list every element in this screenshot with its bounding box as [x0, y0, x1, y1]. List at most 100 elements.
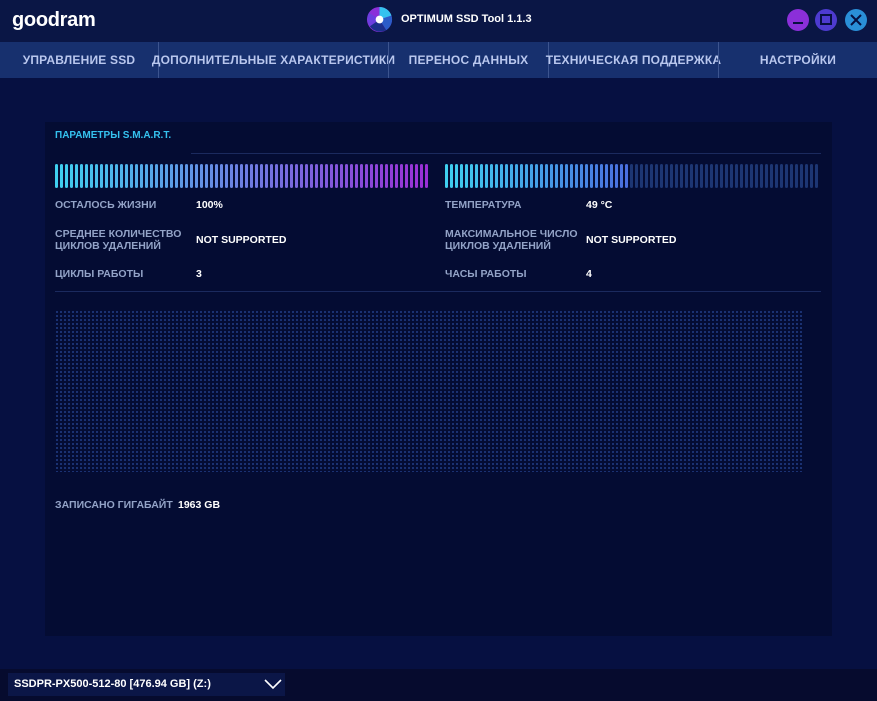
- meter-segment: [225, 164, 228, 188]
- written-data-graph: [55, 310, 804, 472]
- meter-segment: [265, 164, 268, 188]
- meter-segment: [565, 164, 568, 188]
- meter-segment: [355, 164, 358, 188]
- minimize-button[interactable]: [787, 9, 809, 31]
- avg-erase-label-line-1: СРЕДНЕЕ КОЛИЧЕСТВО: [55, 228, 182, 240]
- title-bar: goodram OPTIMUM SSD Tool 1.1.3: [0, 0, 877, 42]
- meter-segment: [280, 164, 283, 188]
- meter-segment: [195, 164, 198, 188]
- drive-select[interactable]: SSDPR-PX500-512-80 [476.94 GB] (Z:): [8, 673, 285, 696]
- meter-segment: [405, 164, 408, 188]
- meter-segment: [245, 164, 248, 188]
- meter-segment: [110, 164, 113, 188]
- meter-segment: [535, 164, 538, 188]
- meter-segment: [585, 164, 588, 188]
- meter-segment: [375, 164, 378, 188]
- meter-segment: [595, 164, 598, 188]
- max-erase-value: NOT SUPPORTED: [586, 234, 677, 246]
- tab-settings[interactable]: НАСТРОЙКИ: [718, 42, 877, 78]
- meter-segment: [165, 164, 168, 188]
- meter-segment: [480, 164, 483, 188]
- meter-segment: [755, 164, 758, 188]
- meter-segment: [305, 164, 308, 188]
- meter-segment: [95, 164, 98, 188]
- meter-segment: [150, 164, 153, 188]
- temperature-value: 49 °C: [586, 199, 613, 211]
- meter-segment: [690, 164, 693, 188]
- meter-segment: [140, 164, 143, 188]
- close-button[interactable]: [845, 9, 867, 31]
- meter-segment: [500, 164, 503, 188]
- meter-segment: [300, 164, 303, 188]
- tab-extended-characteristics[interactable]: ДОПОЛНИТЕЛЬНЫЕ ХАРАКТЕРИСТИКИ: [152, 42, 395, 78]
- meter-segment: [625, 164, 628, 188]
- meter-segment: [215, 164, 218, 188]
- meter-segment: [120, 164, 123, 188]
- meter-segment: [800, 164, 803, 188]
- meter-segment: [785, 164, 788, 188]
- power-cycles-value: 3: [196, 268, 202, 280]
- power-hours-value: 4: [586, 268, 592, 280]
- meter-segment: [175, 164, 178, 188]
- tab-data-migration[interactable]: ПЕРЕНОС ДАННЫХ: [388, 42, 548, 78]
- meter-segment: [610, 164, 613, 188]
- meter-segment: [580, 164, 583, 188]
- meter-segment: [390, 164, 393, 188]
- meter-segment: [205, 164, 208, 188]
- meter-segment: [810, 164, 813, 188]
- power-cycles-label: ЦИКЛЫ РАБОТЫ: [55, 268, 144, 280]
- meter-segment: [230, 164, 233, 188]
- meter-segment: [710, 164, 713, 188]
- app-title: OPTIMUM SSD Tool 1.1.3: [401, 13, 532, 25]
- meter-segment: [315, 164, 318, 188]
- tab-ssd-management[interactable]: УПРАВЛЕНИЕ SSD: [0, 42, 158, 78]
- meter-segment: [340, 164, 343, 188]
- maximize-button[interactable]: [815, 9, 837, 31]
- meter-segment: [450, 164, 453, 188]
- avg-erase-label-line-2: ЦИКЛОВ УДАЛЕНИЙ: [55, 240, 161, 252]
- meter-segment: [320, 164, 323, 188]
- meter-segment: [105, 164, 108, 188]
- brand-logo: goodram: [12, 9, 96, 31]
- meter-segment: [400, 164, 403, 188]
- meter-segment: [210, 164, 213, 188]
- meter-segment: [385, 164, 388, 188]
- meter-segment: [525, 164, 528, 188]
- meter-segment: [270, 164, 273, 188]
- meter-segment: [630, 164, 633, 188]
- meter-segment: [235, 164, 238, 188]
- life-meter: [55, 164, 428, 188]
- chevron-down-icon[interactable]: [264, 679, 282, 690]
- meter-segment: [220, 164, 223, 188]
- close-icon: [850, 14, 862, 26]
- meter-segment: [100, 164, 103, 188]
- max-erase-label-line-2: ЦИКЛОВ УДАЛЕНИЙ: [445, 240, 551, 252]
- life-value: 100%: [196, 199, 223, 211]
- meter-segment: [635, 164, 638, 188]
- meter-segment: [665, 164, 668, 188]
- meter-segment: [455, 164, 458, 188]
- meter-segment: [80, 164, 83, 188]
- max-erase-label: МАКСИМАЛЬНОЕ ЧИСЛО ЦИКЛОВ УДАЛЕНИЙ: [445, 228, 578, 252]
- meter-segment: [115, 164, 118, 188]
- meter-segment: [650, 164, 653, 188]
- app-logo-icon: [366, 6, 393, 33]
- meter-segment: [370, 164, 373, 188]
- meter-segment: [85, 164, 88, 188]
- meter-segment: [790, 164, 793, 188]
- meter-segment: [605, 164, 608, 188]
- meter-segment: [505, 164, 508, 188]
- meter-segment: [705, 164, 708, 188]
- meter-segment: [670, 164, 673, 188]
- meter-segment: [520, 164, 523, 188]
- meter-segment: [415, 164, 418, 188]
- meter-segment: [190, 164, 193, 188]
- tab-technical-support[interactable]: ТЕХНИЧЕСКАЯ ПОДДЕРЖКА: [546, 42, 721, 78]
- meter-segment: [70, 164, 73, 188]
- divider: [55, 291, 821, 292]
- meter-segment: [285, 164, 288, 188]
- meter-segment: [660, 164, 663, 188]
- maximize-icon: [820, 14, 832, 25]
- meter-segment: [730, 164, 733, 188]
- meter-segment: [715, 164, 718, 188]
